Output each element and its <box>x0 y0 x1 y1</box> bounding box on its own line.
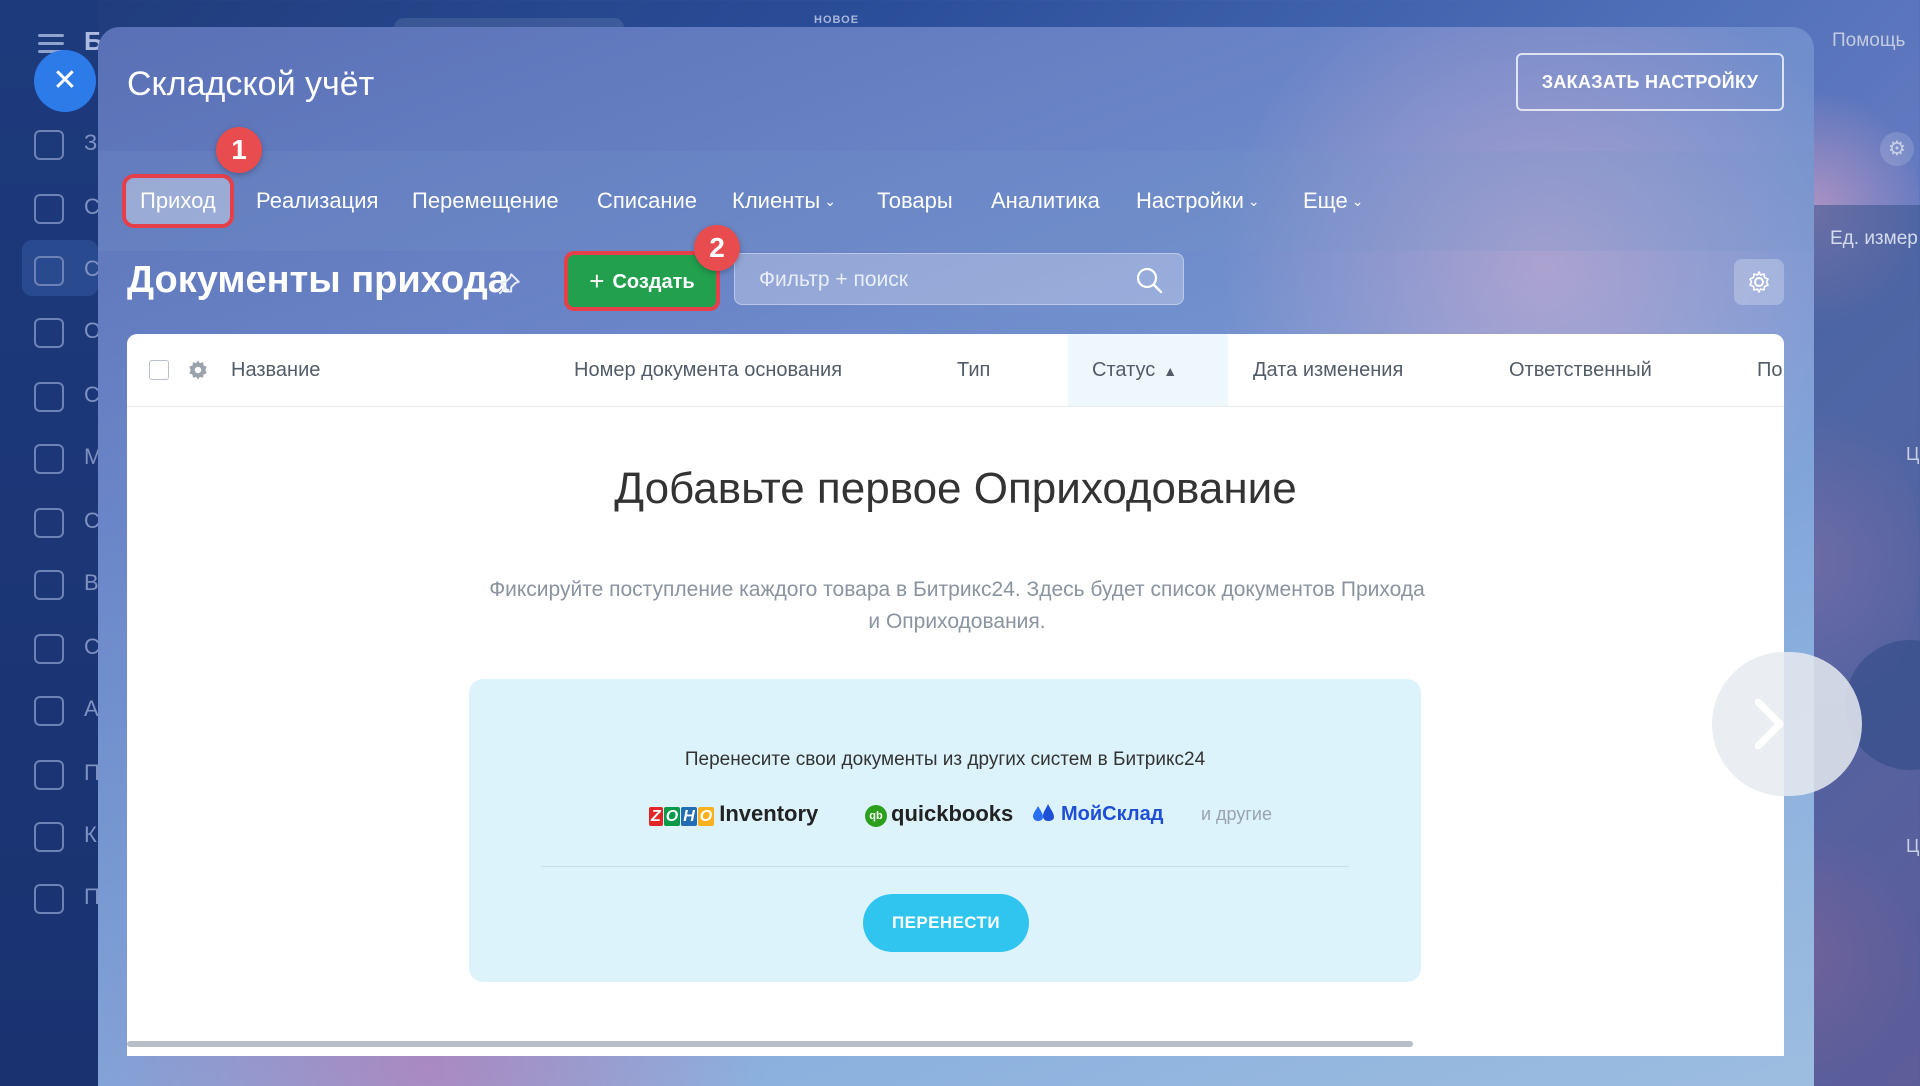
create-button-label: Создать <box>612 271 695 293</box>
search-input[interactable] <box>757 254 1121 306</box>
column-status-label: Статус <box>1092 359 1156 381</box>
zoho-letter: O <box>663 807 681 826</box>
moysklad-name: МойСклад <box>1061 803 1164 825</box>
close-icon: ✕ <box>52 64 78 97</box>
nav-item-writeoff[interactable]: Списание <box>597 181 697 221</box>
migration-title: Перенесите свои документы из других сист… <box>684 749 1206 770</box>
column-status[interactable]: Статус ▲ <box>1068 334 1228 406</box>
zoho-inventory-logo: Z O H O Inventory <box>649 797 818 831</box>
nav-item-settings[interactable]: Настройки ⌄ <box>1136 181 1260 221</box>
column-basis-number[interactable]: Номер документа основания <box>574 334 842 406</box>
nav-item-label: Списание <box>597 188 697 213</box>
gear-icon <box>1749 271 1769 293</box>
background-sidebar-icon <box>34 508 64 538</box>
background-sidebar-icon <box>34 256 64 286</box>
select-all-checkbox[interactable] <box>149 360 169 380</box>
nav-item-receipt[interactable]: Приход <box>126 178 230 224</box>
quickbooks-logo: qb quickbooks <box>865 797 1013 831</box>
grid-header: Название Номер документа основания Тип С… <box>127 334 1784 407</box>
background-sidebar-icon <box>34 822 64 852</box>
order-setup-button[interactable]: ЗАКАЗАТЬ НАСТРОЙКУ <box>1516 53 1784 111</box>
background-sidebar-icon <box>34 382 64 412</box>
moysklad-logo: МойСклад <box>1033 797 1163 831</box>
nav-item-more[interactable]: Еще ⌄ <box>1303 181 1364 221</box>
page-title: Документы прихода <box>127 259 509 301</box>
empty-state-title: Добавьте первое Оприходование <box>614 464 1297 513</box>
background-sidebar-label: В <box>84 570 99 595</box>
background-sidebar-icon <box>34 444 64 474</box>
divider <box>541 866 1349 867</box>
background-sidebar-icon <box>34 696 64 726</box>
filter-search[interactable] <box>734 253 1184 306</box>
chevron-down-icon: ⌄ <box>1247 193 1260 209</box>
moysklad-icon <box>1033 804 1054 821</box>
quickbooks-name: quickbooks <box>891 801 1014 826</box>
chevron-right-icon <box>1754 698 1784 750</box>
nav-item-transfer[interactable]: Перемещение <box>412 181 559 221</box>
close-slider-button[interactable]: ✕ <box>34 50 96 112</box>
step-badge-2: 2 <box>694 225 740 271</box>
sort-ascending-icon: ▲ <box>1163 363 1178 379</box>
nav-item-clients[interactable]: Клиенты ⌄ <box>732 181 836 221</box>
scroll-right-button[interactable] <box>1712 652 1862 796</box>
zoho-letter: Z <box>649 807 663 826</box>
background-sidebar-icon <box>34 130 64 160</box>
nav-item-label: Аналитика <box>991 188 1100 213</box>
background-sidebar-icon <box>34 634 64 664</box>
background-cell: Ц <box>1906 836 1920 856</box>
column-type[interactable]: Тип <box>957 334 990 406</box>
column-settings-icon[interactable] <box>187 359 209 381</box>
column-name[interactable]: Название <box>231 334 320 406</box>
step-badge-1: 1 <box>216 127 262 173</box>
zoho-letter: H <box>681 807 697 826</box>
quickbooks-icon: qb <box>865 805 887 827</box>
nav-item-label: Клиенты <box>732 188 821 213</box>
pin-icon[interactable] <box>496 271 522 297</box>
background-sidebar-label: З <box>84 130 98 155</box>
background-sidebar-icon <box>34 318 64 348</box>
background-sidebar-label: А <box>84 696 99 721</box>
chevron-down-icon: ⌄ <box>824 193 836 209</box>
background-cell: Ц <box>1906 444 1920 464</box>
create-button[interactable]: + Создать <box>568 255 716 307</box>
nav-item-label: Настройки <box>1136 188 1244 213</box>
migration-block: Перенесите свои документы из других сист… <box>469 679 1421 982</box>
background-new-badge: НОВОЕ <box>814 14 860 26</box>
section-nav: Приход Реализация Перемещение Списание К… <box>98 151 1814 251</box>
zoho-product-name: Inventory <box>719 801 819 826</box>
column-truncated[interactable]: По <box>1757 334 1783 406</box>
background-sidebar-icon <box>34 194 64 224</box>
background-sidebar <box>0 0 98 1086</box>
migration-others: и другие <box>1201 804 1272 824</box>
chevron-down-icon: ⌄ <box>1351 193 1364 209</box>
background-sidebar-icon <box>34 884 64 914</box>
horizontal-scrollbar[interactable] <box>127 1041 1413 1047</box>
column-modified-date[interactable]: Дата изменения <box>1253 334 1403 406</box>
migrate-button[interactable]: ПЕРЕНЕСТИ <box>863 894 1029 952</box>
plus-icon: + <box>589 266 605 296</box>
background-help-link: Помощь <box>1832 30 1906 51</box>
grid-settings-button[interactable] <box>1734 259 1784 305</box>
migration-logos: Z O H O Inventory qb quickbooks МойСклад и др… <box>649 797 1289 831</box>
panel-title: Складской учёт <box>127 65 375 103</box>
background-gear-icon: ⚙ <box>1880 132 1914 166</box>
column-responsible[interactable]: Ответственный <box>1509 334 1652 406</box>
nav-item-products[interactable]: Товары <box>877 181 953 221</box>
search-icon[interactable] <box>1135 266 1163 294</box>
nav-item-label: Перемещение <box>412 188 559 213</box>
nav-item-label: Еще <box>1303 188 1348 213</box>
zoho-letter: O <box>697 807 715 826</box>
background-sidebar-label: К <box>84 822 97 847</box>
background-sidebar-icon <box>34 570 64 600</box>
nav-item-label: Товары <box>877 188 953 213</box>
inventory-slider-panel: Складской учёт ЗАКАЗАТЬ НАСТРОЙКУ Приход… <box>98 27 1814 1086</box>
background-column-header: Ед. измер <box>1830 228 1918 249</box>
background-sidebar-icon <box>34 760 64 790</box>
nav-item-label: Реализация <box>256 188 379 213</box>
nav-item-label: Приход <box>140 188 216 213</box>
nav-item-sales[interactable]: Реализация <box>256 181 378 221</box>
nav-item-analytics[interactable]: Аналитика <box>991 181 1100 221</box>
documents-grid: Название Номер документа основания Тип С… <box>127 334 1784 1056</box>
empty-state-description: Фиксируйте поступление каждого товара в … <box>489 578 1425 633</box>
